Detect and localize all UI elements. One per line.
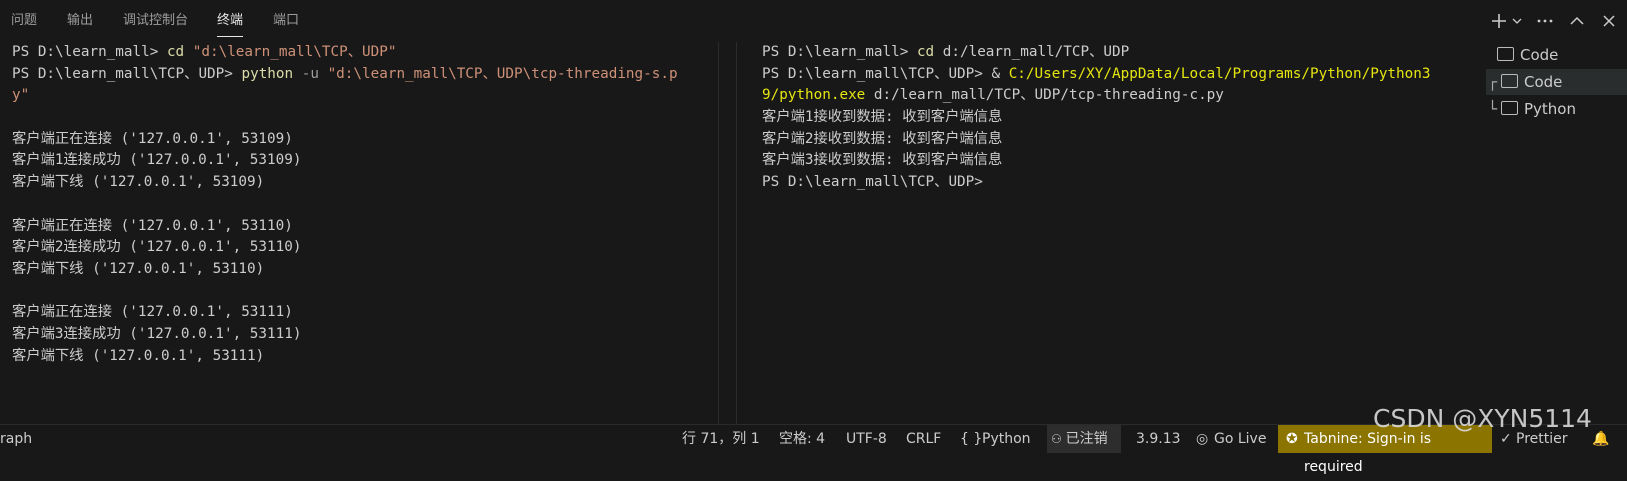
terminal-line: 客户端1连接成功 ('127.0.0.1', 53109) (12, 152, 302, 169)
tree-line: ┌ (1488, 73, 1498, 91)
terminal-line: 客户端1接收到数据: 收到客户端信息 (762, 109, 1003, 126)
terminal-scrollbar[interactable] (1474, 42, 1484, 424)
terminal-icon (1501, 101, 1518, 115)
argument: "d:\learn_mall\TCP、UDP\tcp-threading-s.p (327, 65, 678, 82)
command: cd (916, 44, 935, 60)
terminal-line: PS D:\learn_mall\TCP、UDP> (762, 174, 983, 191)
more-actions-icon[interactable] (1535, 11, 1555, 31)
terminal-line: 客户端2连接成功 ('127.0.0.1', 53110) (12, 239, 302, 256)
pane-border (736, 42, 737, 424)
go-live[interactable]: Go Live (1214, 425, 1266, 453)
terminal-line: 客户端正在连接 ('127.0.0.1', 53111) (12, 304, 293, 321)
prompt: PS D:\learn_mall> (12, 44, 167, 60)
terminal-line: 9/python.exe d:/learn_mall/TCP、UDP/tcp-t… (762, 85, 1482, 107)
terminal-line: PS D:\learn_mall\TCP、UDP> & C:/Users/XY/… (762, 64, 1482, 86)
terminal-line: 客户端下线 ('127.0.0.1', 53109) (12, 174, 265, 191)
terminal-line: PS D:\learn_mall\TCP、UDP> python -u "d:\… (12, 64, 712, 86)
account-icon: ⚇ (1051, 432, 1066, 446)
tree-line: └ (1488, 100, 1498, 118)
flag: -u (293, 65, 328, 82)
executable-path: C:/Users/XY/AppData/Local/Programs/Pytho… (1008, 65, 1431, 82)
terminal-list-item[interactable]: Code (1486, 42, 1627, 68)
tab-problems[interactable]: 问题 (11, 0, 37, 42)
terminal-list-item[interactable]: └ Python (1486, 96, 1627, 122)
tab-ports[interactable]: 端口 (273, 0, 299, 42)
tab-debug-console[interactable]: 调试控制台 (123, 0, 188, 42)
terminal-line: 客户端3接收到数据: 收到客户端信息 (762, 152, 1003, 169)
encoding[interactable]: UTF-8 (846, 425, 887, 453)
bell-icon[interactable]: 🔔 (1592, 425, 1609, 453)
terminal-icon (1501, 74, 1518, 88)
terminal-line-wrap: y" (12, 87, 30, 104)
status-left-text[interactable]: raph (0, 425, 32, 453)
terminal-line: PS D:\learn_mall> cd "d:\learn_mall\TCP、… (12, 42, 712, 64)
panel-tab-bar: 问题 输出 调试控制台 终端 端口 (0, 0, 1627, 42)
split-divider[interactable] (718, 42, 719, 424)
terminal-line: 客户端下线 ('127.0.0.1', 53111) (12, 347, 265, 364)
terminal-line: 客户端2接收到数据: 收到客户端信息 (762, 130, 1003, 147)
prompt: PS D:\learn_mall\TCP、UDP> (762, 65, 992, 82)
tabnine-label: Tabnine: Sign-in is required (1304, 431, 1432, 475)
terminal-icon (1497, 47, 1514, 61)
argument: d:/learn_mall/TCP、UDP/tcp-threading-c.py (865, 87, 1224, 104)
braces-icon: { } (960, 431, 983, 447)
terminal-list-label: Python (1524, 100, 1576, 118)
argument: "d:\learn_mall\TCP、UDP" (184, 44, 397, 60)
new-terminal-plus-icon[interactable] (1489, 11, 1509, 31)
terminal-list: Code ┌ Code └ Python (1486, 42, 1627, 424)
executable-path: 9/python.exe (762, 87, 866, 104)
panel-actions (1489, 10, 1619, 32)
python-version[interactable]: 3.9.13 (1136, 425, 1181, 453)
language-mode[interactable]: Python (982, 425, 1031, 453)
terminal-right[interactable]: PS D:\learn_mall> cd d:/learn_mall/TCP、U… (762, 42, 1482, 424)
account-status[interactable]: ⚇ 已注销 (1047, 425, 1121, 453)
terminal-list-label: Code (1520, 46, 1559, 64)
terminal-line: 客户端正在连接 ('127.0.0.1', 53109) (12, 130, 293, 147)
terminal-line: 客户端正在连接 ('127.0.0.1', 53110) (12, 217, 293, 234)
watermark: CSDN @XYN5114 (1373, 404, 1592, 433)
command: python (241, 65, 294, 82)
maximize-panel-icon[interactable] (1567, 11, 1587, 31)
tab-output[interactable]: 输出 (67, 0, 93, 42)
account-label: 已注销 (1065, 431, 1108, 447)
command: cd (166, 44, 185, 60)
argument: d:/learn_mall/TCP、UDP (934, 44, 1130, 60)
end-of-line[interactable]: CRLF (906, 425, 941, 453)
terminal-line: 客户端下线 ('127.0.0.1', 53110) (12, 260, 265, 277)
close-panel-icon[interactable] (1599, 11, 1619, 31)
go-live-icon: ◎ (1196, 431, 1209, 447)
chevron-down-icon[interactable] (1511, 11, 1523, 31)
terminal-list-item[interactable]: ┌ Code (1486, 69, 1627, 95)
prompt: PS D:\learn_mall> (762, 44, 917, 60)
tabnine-icon: ✪ (1286, 431, 1298, 447)
cursor-position[interactable]: 行 71，列 1 (682, 425, 760, 453)
terminal-line: 客户端3连接成功 ('127.0.0.1', 53111) (12, 325, 302, 342)
prompt: PS D:\learn_mall\TCP、UDP> (12, 65, 242, 82)
indentation[interactable]: 空格: 4 (779, 425, 825, 453)
terminal-line: PS D:\learn_mall> cd d:/learn_mall/TCP、U… (762, 42, 1482, 64)
terminal-list-label: Code (1524, 73, 1563, 91)
tab-terminal[interactable]: 终端 (217, 0, 244, 42)
terminal-left[interactable]: PS D:\learn_mall> cd "d:\learn_mall\TCP、… (12, 42, 712, 424)
call-operator: & (991, 65, 1009, 82)
